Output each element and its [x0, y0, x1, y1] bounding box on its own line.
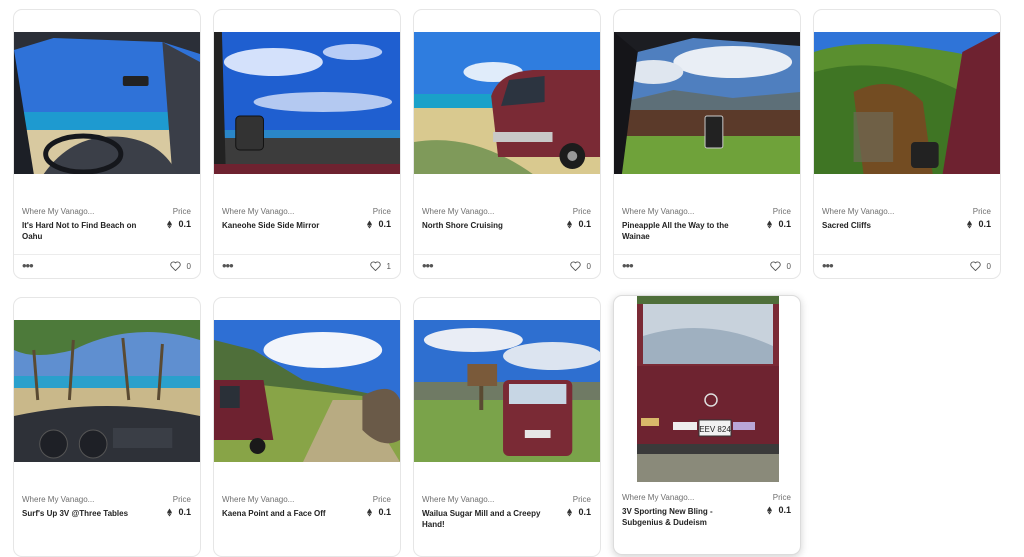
collection-name[interactable]: Where My Vanago... [622, 493, 732, 502]
price-label: Price [772, 207, 791, 216]
nft-title[interactable]: It's Hard Not to Find Beach on Oahu [22, 220, 142, 242]
like-button[interactable]: 0 [769, 261, 791, 271]
like-count: 0 [986, 261, 991, 271]
like-button[interactable]: 1 [369, 261, 391, 271]
like-count: 0 [586, 261, 591, 271]
price-label: Price [172, 207, 191, 216]
ethereum-icon [567, 220, 573, 228]
ethereum-icon [367, 220, 373, 228]
heart-icon [369, 261, 381, 271]
nft-image[interactable] [414, 32, 600, 174]
like-button[interactable]: 0 [169, 261, 191, 271]
price: 0.1 [367, 219, 391, 229]
price-label: Price [772, 493, 791, 502]
price-label: Price [972, 207, 991, 216]
collection-name[interactable]: Where My Vanago... [622, 207, 732, 216]
price: 0.1 [167, 219, 191, 229]
divider [14, 254, 200, 255]
more-dots-icon[interactable]: ••• [822, 259, 834, 272]
nft-card[interactable]: Where My Vanago... Wailua Sugar Mill and… [413, 297, 601, 557]
nft-image[interactable]: EEV 824 [614, 296, 800, 482]
more-dots-icon[interactable]: ••• [422, 259, 434, 272]
collection-name[interactable]: Where My Vanago... [222, 207, 332, 216]
heart-icon [969, 261, 981, 271]
nft-card[interactable]: Where My Vanago... It's Hard Not to Find… [13, 9, 201, 279]
ethereum-icon [167, 220, 173, 228]
nft-image[interactable] [814, 32, 1000, 174]
price: 0.1 [167, 507, 191, 517]
collection-name[interactable]: Where My Vanago... [422, 207, 532, 216]
heart-icon [569, 261, 581, 271]
nft-card[interactable]: Where My Vanago... Pineapple All the Way… [613, 9, 801, 279]
price-value: 0.1 [778, 219, 791, 229]
license-plate: EEV 824 [699, 425, 731, 434]
ethereum-icon [167, 508, 173, 516]
more-dots-icon[interactable]: ••• [222, 259, 234, 272]
nft-card[interactable]: Where My Vanago... Sacred Cliffs Price 0… [813, 9, 1001, 279]
more-dots-icon[interactable]: ••• [22, 259, 34, 272]
price-label: Price [172, 495, 191, 504]
heart-icon [169, 261, 181, 271]
price-value: 0.1 [178, 507, 191, 517]
nft-image[interactable] [414, 320, 600, 462]
nft-title[interactable]: 3V Sporting New Bling - Subgenius & Dude… [622, 506, 742, 528]
like-count: 0 [186, 261, 191, 271]
like-button[interactable]: 0 [569, 261, 591, 271]
price: 0.1 [567, 507, 591, 517]
ethereum-icon [767, 220, 773, 228]
price-label: Price [572, 207, 591, 216]
heart-icon [769, 261, 781, 271]
nft-title[interactable]: Kaneohe Side Side Mirror [222, 220, 342, 231]
price-value: 0.1 [578, 507, 591, 517]
nft-image[interactable] [14, 320, 200, 462]
price-value: 0.1 [978, 219, 991, 229]
nft-title[interactable]: Sacred Cliffs [822, 220, 942, 231]
ethereum-icon [567, 508, 573, 516]
price-value: 0.1 [578, 219, 591, 229]
price: 0.1 [767, 505, 791, 515]
collection-name[interactable]: Where My Vanago... [422, 495, 532, 504]
nft-image[interactable] [214, 32, 400, 174]
collection-name[interactable]: Where My Vanago... [222, 495, 332, 504]
price-label: Price [572, 495, 591, 504]
price: 0.1 [567, 219, 591, 229]
nft-title[interactable]: Kaena Point and a Face Off [222, 508, 342, 519]
collection-name[interactable]: Where My Vanago... [22, 495, 132, 504]
nft-card[interactable]: Where My Vanago... Kaena Point and a Fac… [213, 297, 401, 557]
divider [614, 254, 800, 255]
nft-title[interactable]: Wailua Sugar Mill and a Creepy Hand! [422, 508, 542, 530]
ethereum-icon [767, 506, 773, 514]
price: 0.1 [767, 219, 791, 229]
collection-name[interactable]: Where My Vanago... [822, 207, 932, 216]
ethereum-icon [367, 508, 373, 516]
nft-card[interactable]: Where My Vanago... Kaneohe Side Side Mir… [213, 9, 401, 279]
divider [414, 254, 600, 255]
ethereum-icon [967, 220, 973, 228]
nft-title[interactable]: North Shore Cruising [422, 220, 542, 231]
nft-card[interactable]: EEV 824 Where My Vanago... 3V Sporting N… [613, 295, 801, 555]
price-value: 0.1 [378, 507, 391, 517]
price-label: Price [372, 495, 391, 504]
nft-image[interactable] [14, 32, 200, 174]
divider [214, 254, 400, 255]
price-label: Price [372, 207, 391, 216]
nft-image[interactable] [214, 320, 400, 462]
price-value: 0.1 [778, 505, 791, 515]
price: 0.1 [967, 219, 991, 229]
price-value: 0.1 [178, 219, 191, 229]
price-value: 0.1 [378, 219, 391, 229]
nft-card[interactable]: Where My Vanago... Surf's Up 3V @Three T… [13, 297, 201, 557]
more-dots-icon[interactable]: ••• [622, 259, 634, 272]
nft-title[interactable]: Pineapple All the Way to the Wainae [622, 220, 742, 242]
nft-title[interactable]: Surf's Up 3V @Three Tables [22, 508, 142, 519]
nft-card[interactable]: Where My Vanago... North Shore Cruising … [413, 9, 601, 279]
like-button[interactable]: 0 [969, 261, 991, 271]
nft-image[interactable] [614, 32, 800, 174]
divider [814, 254, 1000, 255]
like-count: 1 [386, 261, 391, 271]
like-count: 0 [786, 261, 791, 271]
price: 0.1 [367, 507, 391, 517]
collection-name[interactable]: Where My Vanago... [22, 207, 132, 216]
